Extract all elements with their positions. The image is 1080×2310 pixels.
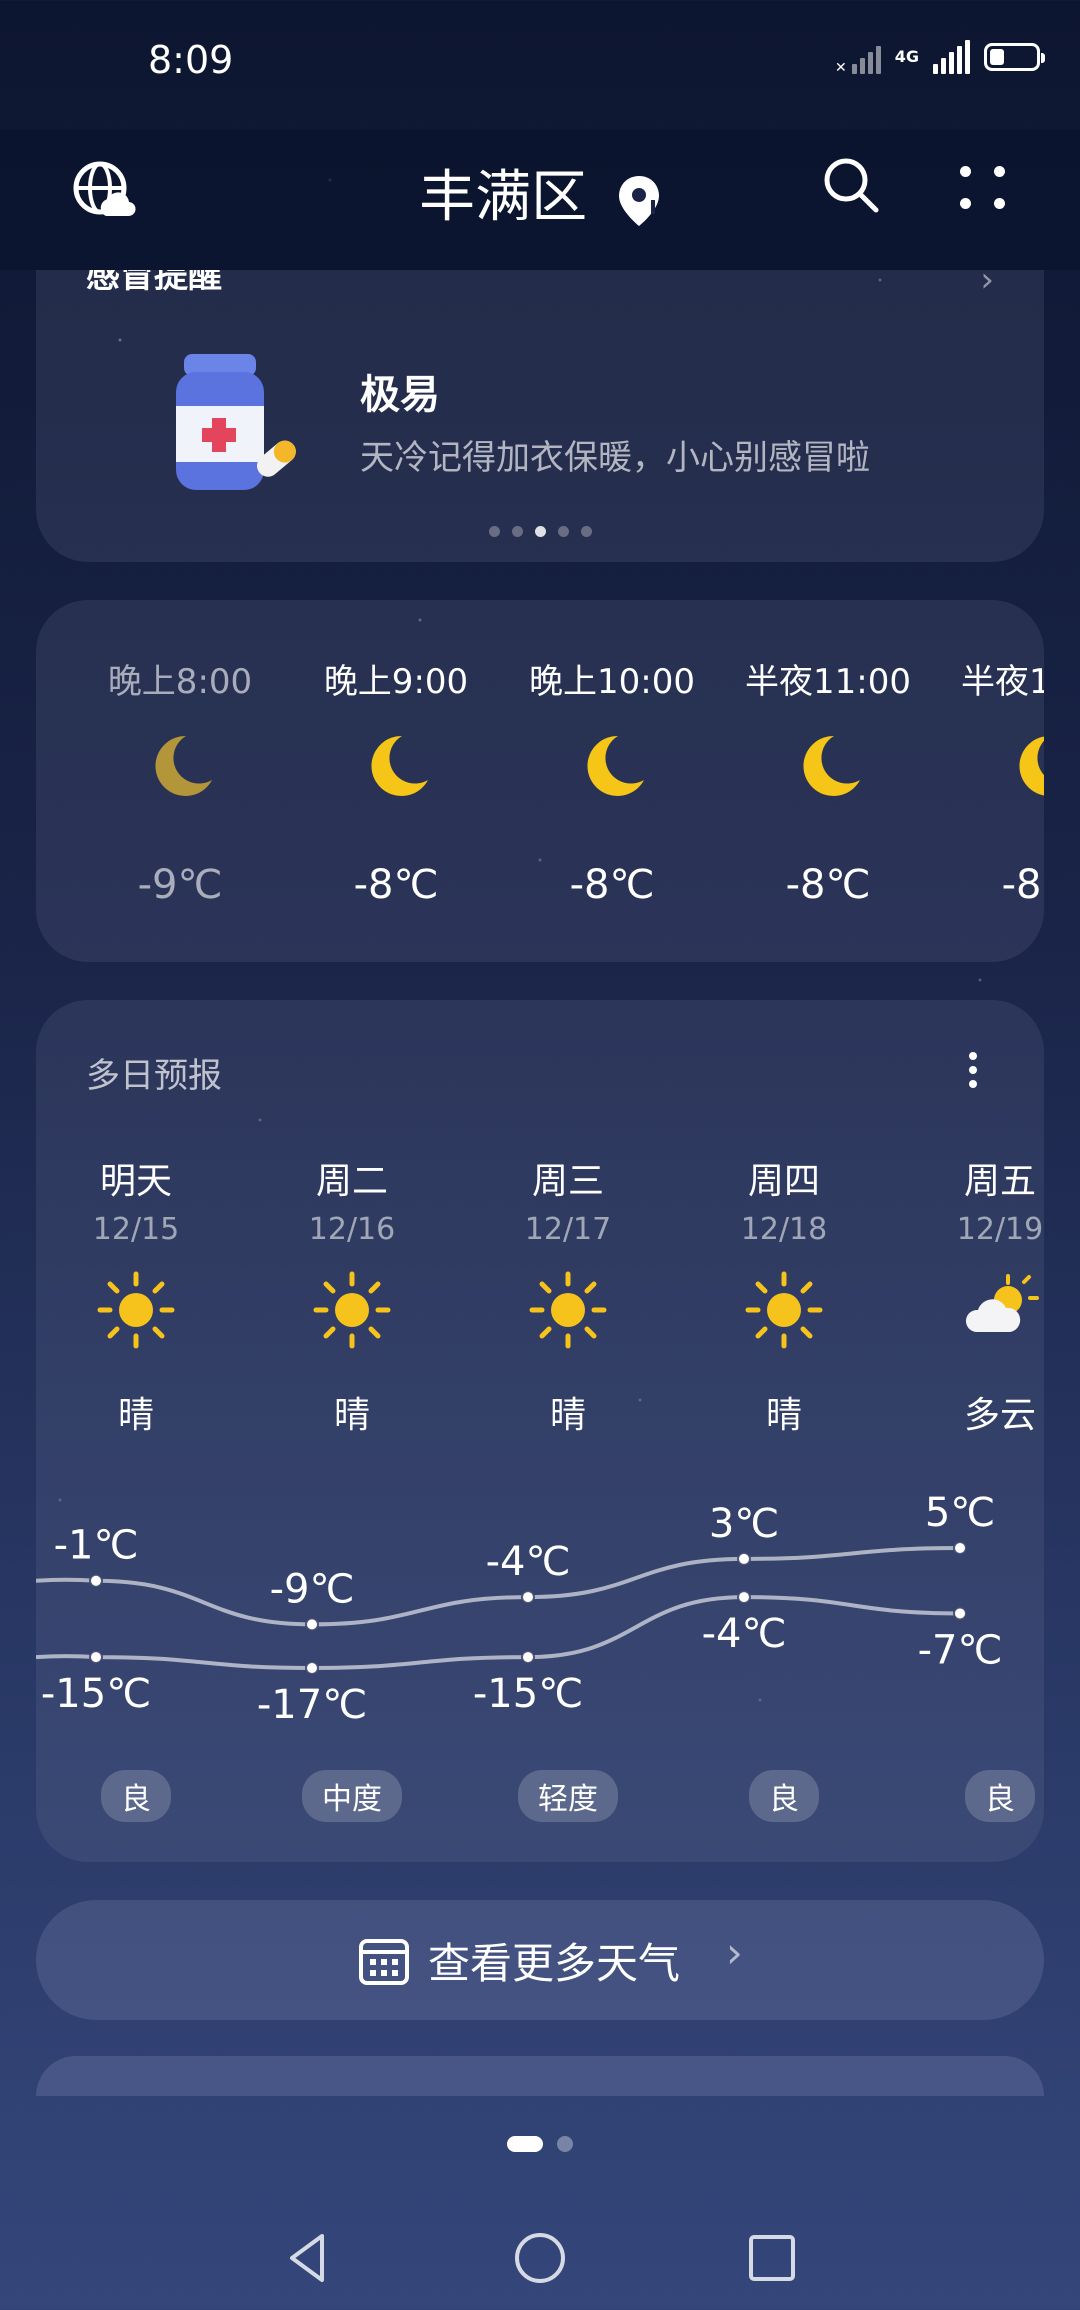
low-temp-label: -4℃ [702, 1611, 787, 1657]
crescent-moon-icon [803, 735, 860, 796]
medicine-bottle-icon [176, 354, 296, 490]
more-menu-icon[interactable] [956, 160, 1010, 214]
status-bar: 8:09 ✕ 4G [0, 0, 1080, 130]
cold-risk-level: 极易 [360, 372, 440, 418]
high-temp-label: -1℃ [54, 1523, 139, 1569]
city-name: 丰满区 [419, 165, 588, 230]
high-temp-label: 5℃ [925, 1490, 995, 1536]
top-bar: 丰满区 [0, 130, 1080, 270]
hour-temp: -9℃ [137, 862, 223, 908]
chevron-right-icon: › [980, 270, 994, 300]
high-temp-label: -4℃ [486, 1539, 571, 1585]
high-temp-point [953, 1541, 967, 1555]
high-temp-point [521, 1590, 535, 1605]
signal-1-icon: ✕ [835, 40, 881, 75]
low-temp-label: -7℃ [918, 1627, 1003, 1673]
more-weather-button[interactable]: 查看更多天气 › [36, 1900, 1044, 2020]
carousel-dots [36, 526, 1044, 537]
hour-temp: -8℃ [1001, 862, 1044, 908]
low-temp-point [521, 1650, 535, 1665]
crescent-moon-icon [1019, 736, 1044, 796]
signal-2-icon [933, 40, 970, 74]
hour-time: 晚上9:00 [323, 662, 469, 702]
high-temp-point [305, 1617, 319, 1632]
home-icon[interactable] [510, 2228, 570, 2288]
cold-reminder-title: 感冒提醒 [86, 270, 222, 296]
back-icon[interactable] [278, 2228, 338, 2288]
search-icon[interactable] [820, 154, 884, 218]
hour-time: 晚上10:00 [529, 662, 695, 702]
hour-time: 半夜11:00 [745, 662, 911, 702]
low-temp-line [36, 1595, 961, 1671]
hour-time: 晚上8:00 [107, 662, 253, 702]
status-icons: ✕ 4G [835, 40, 1045, 75]
low-temp-point [89, 1650, 103, 1665]
city-title[interactable]: 丰满区 [0, 152, 1080, 233]
hour-temp: -8℃ [785, 862, 871, 908]
low-temp-label: -15℃ [473, 1671, 583, 1717]
location-pin-icon [618, 175, 659, 226]
low-temp-label: -17℃ [257, 1682, 367, 1728]
low-temp-point [737, 1590, 751, 1605]
temperature-chart: -1℃ -9℃ -4℃ 3℃ 5℃ -15℃ -17℃ -15℃ -4℃ -7℃ [36, 1490, 1003, 1728]
crescent-moon-icon [587, 735, 644, 796]
recents-icon[interactable] [742, 2228, 802, 2288]
low-temp-label: -15℃ [41, 1671, 151, 1717]
network-type-icon: 4G [894, 47, 919, 66]
multi-day-forecast-card[interactable]: 多日预报 明天 12/15 晴 良 周二 12/16 晴 中度 周三 12/17… [36, 1000, 1044, 1862]
status-time: 8:09 [148, 38, 234, 82]
next-card-peek [36, 2056, 1044, 2096]
carousel-dot [488, 526, 500, 537]
carousel-dot [511, 526, 523, 537]
hour-temp: -8℃ [353, 862, 439, 908]
low-temp-point [305, 1661, 319, 1675]
page-dot-active [507, 2136, 543, 2152]
battery-icon [984, 43, 1045, 71]
system-navigation-bar [0, 2200, 1080, 2310]
carousel-dot [580, 526, 592, 537]
page-dot [557, 2136, 573, 2152]
low-temp-point [953, 1606, 967, 1621]
high-temp-point [89, 1573, 103, 1588]
high-temp-label: -9℃ [270, 1566, 355, 1612]
carousel-dot [557, 526, 569, 537]
more-weather-label: 查看更多天气 [428, 1939, 681, 1988]
crescent-moon-icon [371, 735, 428, 796]
high-temp-label: 3℃ [709, 1501, 779, 1547]
cold-risk-tip: 天冷记得加衣保暖，小心别感冒啦 [360, 438, 870, 478]
chevron-right-icon: › [726, 1928, 743, 1977]
hour-time: 半夜12:00 [961, 662, 1044, 702]
carousel-dot-active [534, 526, 546, 537]
crescent-moon-icon [155, 735, 212, 796]
cold-reminder-card[interactable]: 感冒提醒 › 极易 天冷记得加衣保暖，小心别感冒啦 [36, 270, 1044, 562]
hour-temp: -8℃ [569, 862, 655, 908]
page-indicator [0, 2136, 1080, 2152]
calendar-icon [359, 1939, 409, 1985]
high-temp-point [737, 1551, 751, 1566]
hourly-forecast-card[interactable]: 晚上8:00 -9℃ 晚上9:00 -8℃ 晚上10:00 -8℃ 半夜11:0… [36, 600, 1044, 962]
